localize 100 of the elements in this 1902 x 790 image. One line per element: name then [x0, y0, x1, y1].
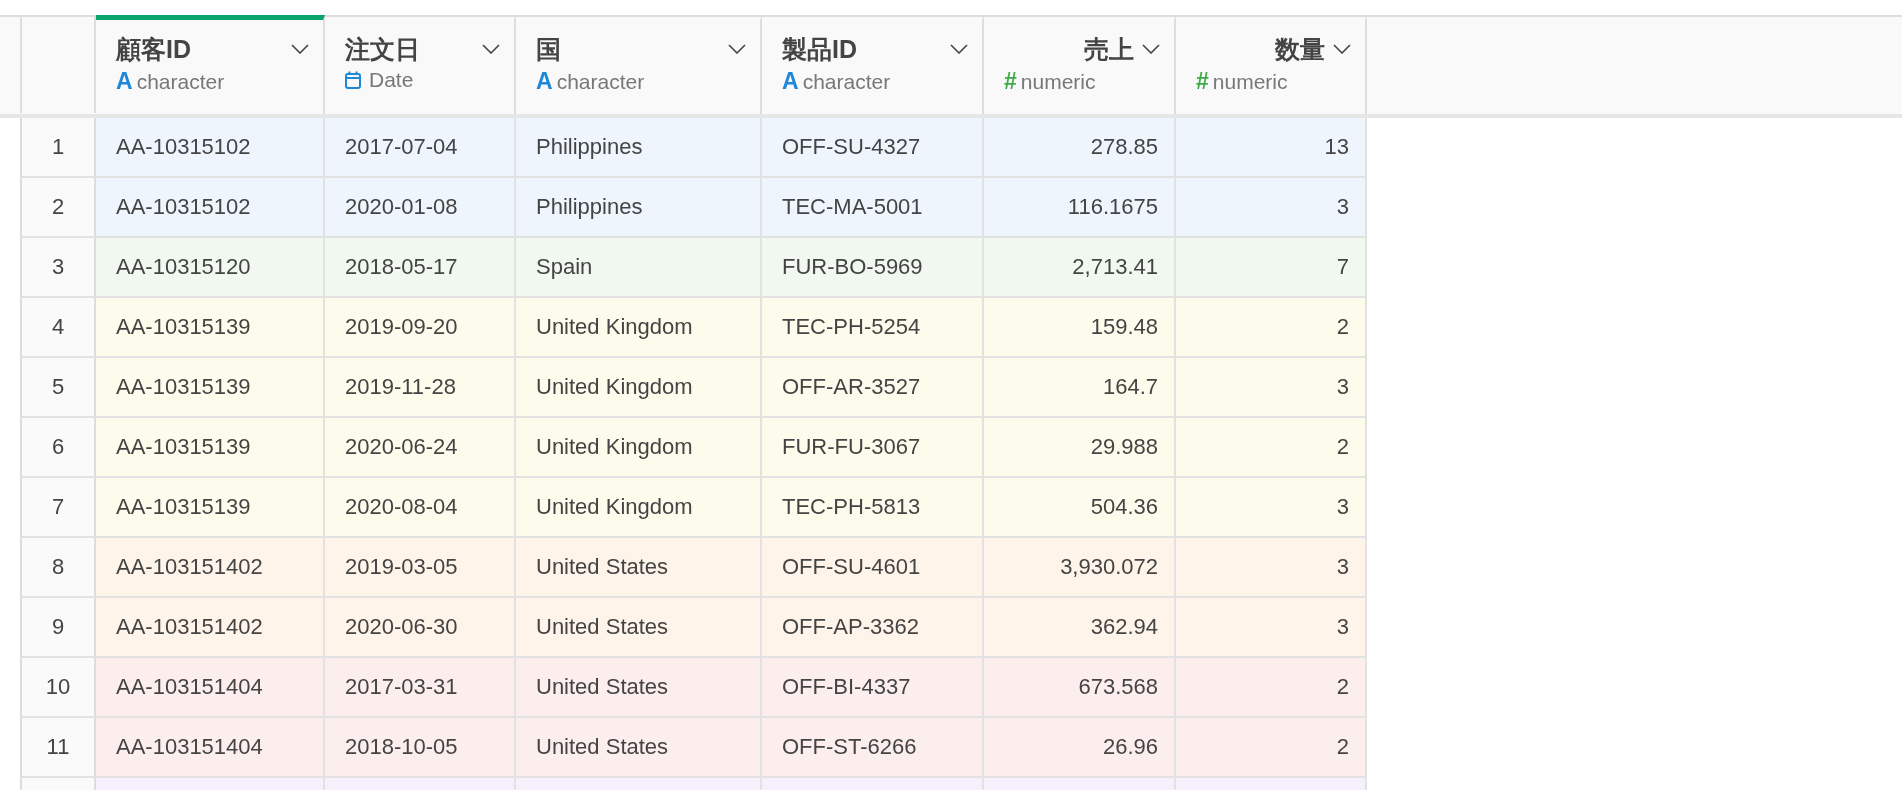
table-cell: FUR-FU-3067 — [762, 418, 984, 478]
table-cell: 3 — [1176, 178, 1367, 238]
table-cell: 29.988 — [984, 418, 1176, 478]
table-cell: Philippines — [516, 178, 762, 238]
row-number: 8 — [20, 538, 96, 598]
caret-icon[interactable] — [1142, 44, 1160, 54]
calendar-icon — [345, 71, 361, 89]
row-number: 3 — [20, 238, 96, 298]
table-cell: 2019-11-28 — [325, 358, 516, 418]
row-number: 1 — [20, 118, 96, 178]
table-cell: 2 — [1176, 658, 1367, 718]
row-number: 9 — [20, 598, 96, 658]
table-cell: 159.48 — [984, 298, 1176, 358]
table-cell: United States — [516, 538, 762, 598]
table-cell: 3 — [1176, 358, 1367, 418]
table-cell: AA-10315102 — [96, 178, 325, 238]
table-cell: 2018-05-17 — [325, 238, 516, 298]
table-cell: AA-10315102 — [96, 118, 325, 178]
table-cell: Philippines — [516, 118, 762, 178]
table-cell: 7 — [1176, 238, 1367, 298]
table-cell: 278.85 — [984, 118, 1176, 178]
table-cell: OFF-AP-3362 — [762, 598, 984, 658]
table-cell: 3,930.072 — [984, 538, 1176, 598]
row-number: 7 — [20, 478, 96, 538]
table-cell: OFF-SU-4601 — [762, 538, 984, 598]
table-cell: AA-103151402 — [96, 538, 325, 598]
table-cell: 504.36 — [984, 478, 1176, 538]
type-icon: # — [1196, 68, 1209, 95]
table-cell: 2017-03-31 — [325, 658, 516, 718]
column-header[interactable]: 製品ID A character — [762, 15, 984, 114]
column-header[interactable]: 注文日 Date — [325, 15, 516, 114]
table-cell: FUR-BO-5969 — [762, 238, 984, 298]
table-cell: 26.96 — [984, 718, 1176, 778]
row-number: 11 — [20, 718, 96, 778]
column-name: 注文日 — [345, 33, 421, 65]
table-cell: 13 — [1176, 118, 1367, 178]
table-cell: United Kingdom — [516, 358, 762, 418]
table-cell: TEC-MA-5001 — [762, 178, 984, 238]
table-cell: 2 — [1176, 718, 1367, 778]
table-cell: OFF-AR-3527 — [762, 358, 984, 418]
row-number: 6 — [20, 418, 96, 478]
type-icon: A — [536, 68, 553, 95]
column-type: numeric — [1020, 69, 1096, 94]
table-cell: AA-10315139 — [96, 478, 325, 538]
table-cell: United Kingdom — [516, 418, 762, 478]
table-cell: AA-10315139 — [96, 298, 325, 358]
table-cell: AA-10315139 — [96, 418, 325, 478]
caret-icon[interactable] — [1333, 44, 1351, 54]
table-cell: 3 — [1176, 598, 1367, 658]
column-name: 顧客ID — [116, 33, 192, 65]
table-cell: 2017-07-04 — [325, 118, 516, 178]
table-cell: United States — [516, 718, 762, 778]
table-cell: 362.94 — [984, 598, 1176, 658]
table-cell: OFF-ST-6266 — [762, 718, 984, 778]
column-name: 売上 — [1083, 33, 1134, 65]
table-cell: OFF-BI-4337 — [762, 658, 984, 718]
table-cell: 2020-06-30 — [325, 598, 516, 658]
table-cell: 3 — [1176, 478, 1367, 538]
caret-icon[interactable] — [728, 44, 746, 54]
table-cell: 2019-09-20 — [325, 298, 516, 358]
caret-icon[interactable] — [950, 44, 968, 54]
table-cell: United Kingdom — [516, 478, 762, 538]
table-cell: TEC-PH-5254 — [762, 298, 984, 358]
table-cell: TEC-PH-5813 — [762, 478, 984, 538]
column-type: numeric — [1212, 69, 1288, 94]
table-cell: 2 — [1176, 418, 1367, 478]
column-header[interactable]: 売上 # numeric — [984, 15, 1176, 114]
column-header[interactable]: 数量 # numeric — [1176, 15, 1367, 114]
row-number: 5 — [20, 358, 96, 418]
table-cell: OFF-SU-4327 — [762, 118, 984, 178]
type-icon: A — [782, 68, 799, 95]
column-name: 製品ID — [782, 33, 858, 65]
row-number: 4 — [20, 298, 96, 358]
column-type: character — [136, 69, 225, 94]
table-cell: 2019-03-05 — [325, 538, 516, 598]
table-cell: AA-10315139 — [96, 358, 325, 418]
column-type: Date — [369, 68, 414, 92]
table-cell: AA-103151404 — [96, 658, 325, 718]
type-icon: A — [116, 68, 133, 95]
row-number: 10 — [20, 658, 96, 718]
table-cell: AA-10315120 — [96, 238, 325, 298]
table-cell: United States — [516, 658, 762, 718]
column-name: 国 — [536, 33, 562, 65]
column-type: character — [556, 69, 645, 94]
table-cell: 164.7 — [984, 358, 1176, 418]
table-cell: AA-103151402 — [96, 598, 325, 658]
table-cell: 2020-01-08 — [325, 178, 516, 238]
type-icon: # — [1004, 68, 1017, 95]
caret-icon[interactable] — [482, 44, 500, 54]
table-cell: 2020-06-24 — [325, 418, 516, 478]
table-cell: 2020-08-04 — [325, 478, 516, 538]
table-cell: AA-103151404 — [96, 718, 325, 778]
table-cell: Spain — [516, 238, 762, 298]
table-cell: 116.1675 — [984, 178, 1176, 238]
table-cell: 673.568 — [984, 658, 1176, 718]
table-cell: 2 — [1176, 298, 1367, 358]
table-cell: United States — [516, 598, 762, 658]
column-header[interactable]: 国 A character — [516, 15, 762, 114]
table-cell: 2018-10-05 — [325, 718, 516, 778]
caret-icon[interactable] — [291, 44, 309, 54]
